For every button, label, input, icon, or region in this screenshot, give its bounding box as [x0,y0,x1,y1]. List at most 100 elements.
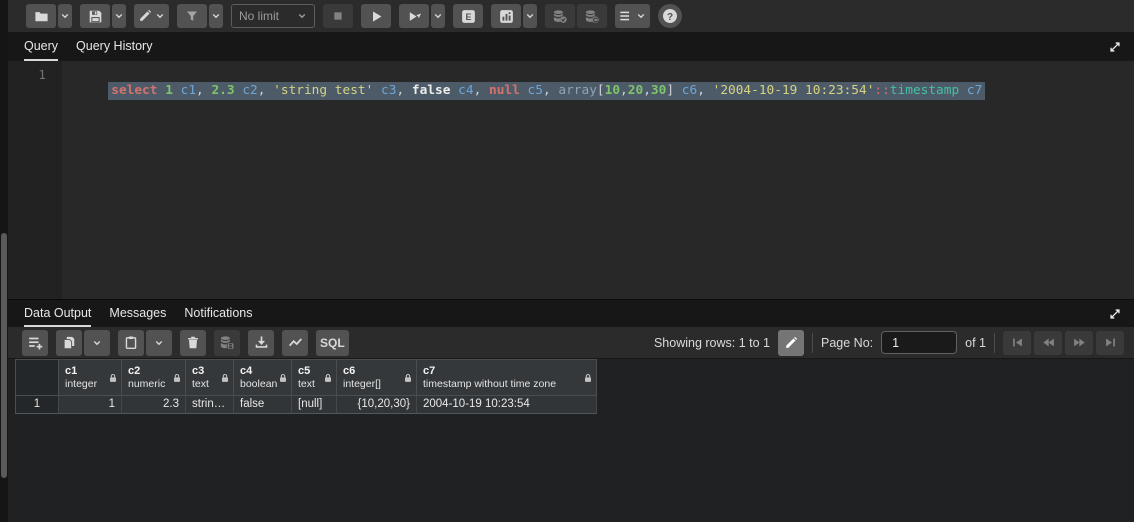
sql-editor[interactable]: 1 select 1 c1, 2.3 c2, 'string test' c3,… [8,61,1134,299]
cell-c5[interactable]: [null] [292,396,337,414]
cell-c3[interactable]: strin… [186,396,234,414]
save-results-button[interactable] [248,329,274,356]
query-tool-toolbar: No limit E? [8,0,1134,33]
edit-row-limit-button[interactable] [778,329,805,356]
tab-notifications[interactable]: Notifications [184,300,252,327]
column-header-c3[interactable]: c3 text [186,359,234,396]
edit-icon [138,9,152,23]
row-limit-select[interactable]: No limit [231,4,315,28]
help-button[interactable]: ? [658,4,682,28]
paste-menu-button[interactable] [146,329,172,356]
next-page-button[interactable] [1065,330,1093,355]
sql-token: select [111,83,158,98]
commit-button[interactable] [545,4,575,28]
sql-token: '2004-10-19 10:23:54' [712,83,875,98]
toolbar-group [361,4,391,28]
save-file-menu-button[interactable] [112,4,126,28]
cell-c6[interactable]: {10,20,30} [337,396,417,414]
open-file-button[interactable] [26,4,56,28]
sql-token: , [542,83,559,98]
filter-button[interactable] [177,4,207,28]
cell-c1[interactable]: 1 [59,396,122,414]
sql-token: c5 [527,83,543,98]
paste-icon [124,335,138,350]
explain-button[interactable]: E [453,4,483,28]
page-scrollbar[interactable] [0,0,8,522]
sql-token: timestamp [889,83,960,98]
toolbar-group [56,329,110,356]
toolbar-group: ? [658,4,682,28]
sql-token: , [643,83,651,98]
page-number-input[interactable] [881,331,958,354]
view-sql-button[interactable]: SQL [316,329,349,356]
toolbar-group [26,4,72,28]
column-header-c5[interactable]: c5 text [292,359,337,396]
cell-c4[interactable]: false [234,396,292,414]
column-type: numeric [128,378,166,390]
tab-data-output[interactable]: Data Output [24,300,92,327]
toolbar-group [615,4,650,28]
column-name: c5 [298,365,311,377]
sql-token: ] [666,83,675,98]
column-lock-icon [172,372,182,383]
row-limit-value: No limit [239,9,280,23]
page-scrollbar-thumb[interactable] [1,233,7,478]
tab-messages[interactable]: Messages [109,300,166,327]
sql-token: c4 [458,83,474,98]
sql-token: 1 [165,83,173,98]
copy-button[interactable] [56,329,82,356]
explain-menu-button[interactable] [523,4,537,28]
column-header-c1[interactable]: c1 integer [59,359,122,396]
previous-page-button[interactable] [1034,330,1062,355]
graph-visualiser-button[interactable] [282,329,308,356]
sql-selection: select 1 c1, 2.3 c2, 'string test' c3, f… [108,82,986,100]
delete-row-button[interactable] [180,329,206,356]
column-header-c2[interactable]: c2 numeric [122,359,186,396]
execute-query-icon [369,9,384,24]
edit-button[interactable] [134,4,169,28]
column-type: integer [65,378,98,390]
data-toolbar-buttons: SQL [22,329,349,356]
paste-button[interactable] [118,329,144,356]
output-panel-expand-button[interactable] [1108,307,1122,321]
tab-query-history[interactable]: Query History [76,33,152,61]
save-results-icon [254,335,269,350]
first-page-button[interactable] [1003,330,1031,355]
execute-query-button[interactable] [361,4,391,28]
copy-menu-button[interactable] [84,329,110,356]
pagination-cluster: Showing rows: 1 to 1 Page No: of 1 [654,329,1124,356]
cell-c2[interactable]: 2.3 [122,396,186,414]
column-header-c4[interactable]: c4 boolean [234,359,292,396]
macros-button[interactable] [615,4,650,28]
sql-token: :: [874,83,890,98]
row-number-cell[interactable]: 1 [15,396,59,414]
open-file-icon [34,9,49,24]
filter-menu-button[interactable] [209,4,223,28]
cancel-query-button[interactable] [323,4,353,28]
tab-query[interactable]: Query [24,33,59,61]
row-limit-caret-icon [297,11,307,21]
output-panel: Data Output Messages Notifications SQL Sho… [8,299,1134,522]
sql-token: , [620,83,628,98]
save-file-button[interactable] [80,4,110,28]
sql-token: c2 [242,83,258,98]
execute-to-cursor-button[interactable] [399,4,429,28]
last-page-button[interactable] [1096,330,1124,355]
query-panel-expand-button[interactable] [1108,40,1122,54]
svg-text:?: ? [667,12,673,23]
output-tabs: Data Output Messages Notifications [24,300,252,327]
column-header-c6[interactable]: c6 integer[] [337,359,417,396]
cell-c7[interactable]: 2004-10-19 10:23:54 [417,396,597,414]
help-icon: ? [662,8,678,24]
explain-analyze-button[interactable] [491,4,521,28]
sql-token: null [488,83,520,98]
open-file-menu-button[interactable] [58,4,72,28]
column-type: integer[] [343,378,381,390]
column-header-c7[interactable]: c7 timestamp without time zone [417,359,597,396]
save-data-changes-button[interactable] [214,329,240,356]
execute-options-menu-button[interactable] [431,4,445,28]
copy-icon [62,335,76,350]
rollback-button[interactable] [577,4,607,28]
add-row-button[interactable] [22,329,48,356]
sql-token: 2.3 [211,83,235,98]
